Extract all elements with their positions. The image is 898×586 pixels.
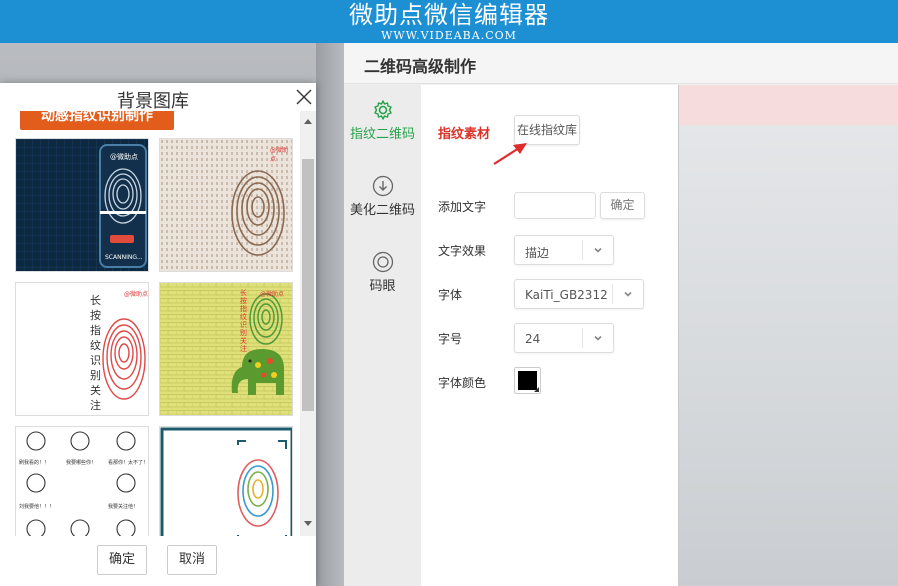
thumb-caption: 我要哪些你！ [66,460,97,466]
editor-header: 二维码高级制作 [344,43,898,84]
background-thumbnail[interactable]: @微助点 长按指纹识别关注 [15,282,149,416]
nav-item-beautify-qr[interactable]: 美化二维码 [344,175,421,218]
thumb-vertical-text: 长按指纹识别关注 [90,294,101,412]
add-text-label: 添加文字 [438,200,487,214]
font-label: 字体 [438,288,463,302]
dialog-body: 动感指纹识别制作 @微助点 SCANNING... @微助点 @微助点 长按指纹… [0,111,316,536]
backdrop-strip [316,43,344,586]
nav-item-fingerprint-qr[interactable]: 指纹二维码 [344,99,421,142]
font-color-picker[interactable] [514,367,541,394]
scrollbar-thumb[interactable] [302,159,314,411]
nav-label: 美化二维码 [349,203,415,218]
thumb-caption: 看那你！太不了！ [108,460,149,466]
target-icon [372,251,393,273]
thumb-caption: 我要关注他！ [108,504,139,510]
preview-area [678,85,898,586]
dynamic-fingerprint-button[interactable]: 动感指纹识别制作 [20,111,174,130]
dialog-ok-button[interactable]: 确定 [97,545,147,575]
form-area: 指纹素材 在线指纹库 添加文字 确定 文字效果 描边 字体 KaiTi_GB23… [421,85,678,586]
editor-nav: 指纹二维码 美化二维码 码眼 [344,85,421,586]
preview-top-band [678,85,898,125]
add-text-input[interactable] [514,192,596,219]
font-size-value: 24 [525,332,541,346]
background-library-dialog: 背景图库 动感指纹识别制作 @微助点 SCANNING... @微助点 @微助点… [0,83,316,586]
material-label: 指纹素材 [438,127,491,142]
scroll-up-arrow-icon[interactable] [304,119,312,124]
background-thumbnail[interactable]: @微助点 SCANNING... [15,138,149,272]
arrow-pointer-icon [493,143,527,165]
background-thumbnail[interactable]: @微助点 [159,138,293,272]
thumb-caption: 刷我看的！！ [19,460,50,466]
chevron-down-icon [624,291,632,297]
background-thumbnail[interactable]: 刷我看的！！ 我要哪些你！ 看那你！太不了！ 刘我要他！！！ 我要关注他！ [15,426,149,536]
top-banner: 微助点微信编辑器 WWW.VIDEABA.COM [0,0,898,43]
thumb-caption: 刘我要他！！！ [19,504,55,510]
elephant-fingerprint-image [160,283,292,415]
color-dropdown-marker [534,387,539,392]
scroll-down-arrow-icon[interactable] [304,521,312,526]
chevron-down-icon [594,335,602,341]
thumb-watermark: @微助点 [260,291,285,298]
thumb-watermark: @微助点 [110,153,138,161]
nav-label: 指纹二维码 [349,127,415,142]
nav-label: 码眼 [369,279,396,294]
confirm-text-button[interactable]: 确定 [600,192,645,219]
font-size-select[interactable]: 24 [514,323,614,353]
dialog-title: 背景图库 [117,91,189,112]
preview-divider [678,85,679,586]
editor-title: 二维码高级制作 [364,57,477,76]
background-thumbnail[interactable] [159,426,293,536]
qr-editor-panel: 二维码高级制作 指纹二维码 美化二维码 码眼 指纹素材 在线指纹库 添加文字 确… [344,43,898,586]
banner-url: WWW.VIDEABA.COM [381,29,517,42]
gear-icon [373,100,392,120]
thumb-caption: SCANNING... [105,254,143,261]
font-size-label: 字号 [438,332,463,346]
font-color-label: 字体颜色 [438,376,487,390]
text-effect-label: 文字效果 [438,244,487,258]
background-thumbnail[interactable]: @微助点 长按指纹识别关注 [159,282,293,416]
chevron-down-icon [594,247,602,253]
close-icon[interactable] [296,89,312,105]
thumb-vertical-text: 长按指纹识别关注 [240,289,247,353]
dialog-scrollbar[interactable] [300,111,316,536]
select-divider [582,328,583,348]
text-effect-select[interactable]: 描边 [514,235,614,265]
banner-title: 微助点微信编辑器 [349,1,549,29]
colorful-fingerprint-image [160,427,292,536]
cartoon-rabbits-image [16,427,148,536]
thumb-watermark: @微助点 [270,147,289,163]
red-fingerprint-image [16,283,148,415]
download-circle-icon [372,175,393,197]
select-divider [612,284,613,304]
font-select[interactable]: KaiTi_GB2312 [514,279,644,309]
text-effect-value: 描边 [525,246,550,260]
font-value: KaiTi_GB2312 [525,288,608,302]
select-divider [582,240,583,260]
thumb-watermark: @微助点 [124,291,149,298]
nav-item-code-eye[interactable]: 码眼 [344,251,421,294]
dialog-cancel-button[interactable]: 取消 [167,545,217,575]
